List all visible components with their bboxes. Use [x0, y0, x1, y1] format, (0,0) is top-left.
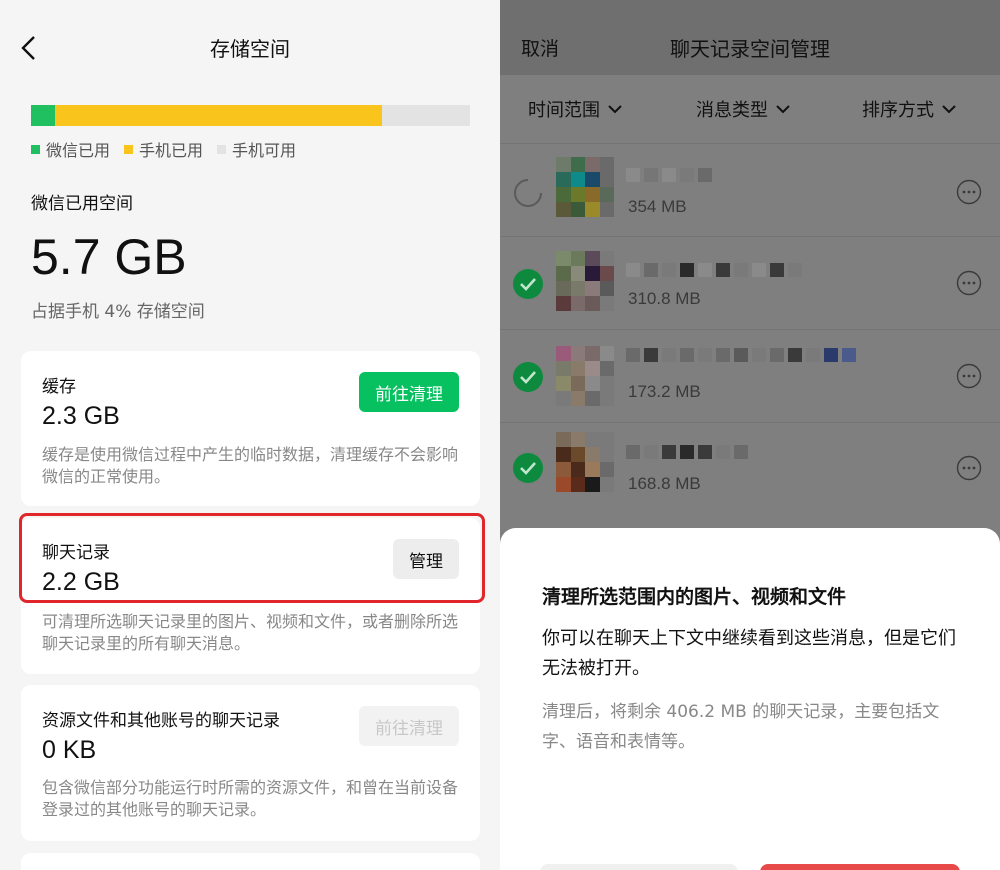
card-description: 包含微信部分功能运行时所需的资源文件，和曾在当前设备登录过的其他账号的聊天记录。 [42, 778, 459, 819]
nav-bar: 存储空间 [0, 0, 500, 95]
more-options-icon[interactable] [956, 455, 982, 481]
avatar [556, 251, 614, 311]
phone-used-segment [55, 105, 383, 126]
legend-item-phone-used: 手机已用 [124, 137, 203, 161]
chat-storage-management-screen: 取消 聊天记录空间管理 时间范围 消息类型 排序方式 354 MB 310.8 … [500, 0, 1000, 870]
filter-sort-order[interactable]: 排序方式 [862, 96, 956, 122]
filter-bar: 时间范围 消息类型 排序方式 [500, 82, 1000, 137]
card-description: 可清理所选聊天记录里的图片、视频和文件，或者删除所选聊天记录里的所有聊天消息。 [42, 612, 459, 653]
wechat-used-note: 占据手机 4% 存储空间 [31, 302, 205, 322]
card-description: 缓存是使用微信过程中产生的临时数据，清理缓存不会影响微信的正常使用。 [42, 445, 459, 486]
card-title: 缓存 [42, 377, 76, 397]
filter-label: 消息类型 [696, 100, 768, 121]
blurred-chat-name [626, 348, 856, 362]
page-title: 聊天记录空间管理 [670, 37, 830, 61]
wechat-used-label: 微信已用空间 [31, 194, 133, 214]
chat-row[interactable]: 168.8 MB [500, 422, 1000, 514]
sheet-title: 清理所选范围内的图片、视频和文件 [542, 586, 847, 608]
avatar [556, 432, 614, 492]
nav-bar: 取消 聊天记录空间管理 [500, 0, 1000, 75]
wechat-used-segment [31, 105, 56, 126]
cleanup-bottom-sheet: 清理所选范围内的图片、视频和文件 你可以在聊天上下文中继续看到这些消息，但是它们… [500, 528, 1000, 870]
chat-size: 354 MB [628, 197, 687, 216]
confirm-clean-button[interactable] [760, 864, 960, 870]
filter-label: 排序方式 [862, 100, 934, 121]
checked-circle-icon[interactable] [512, 268, 544, 300]
blurred-chat-name [626, 263, 802, 277]
chat-row[interactable]: 173.2 MB [500, 329, 1000, 421]
chat-size: 173.2 MB [628, 382, 701, 401]
wechat-used-value: 5.7 GB [31, 229, 187, 285]
filter-message-type[interactable]: 消息类型 [696, 96, 790, 122]
resource-files-card: 资源文件和其他账号的聊天记录 0 KB 包含微信部分功能运行时所需的资源文件，和… [21, 685, 480, 841]
secondary-button[interactable] [540, 864, 738, 870]
checked-circle-icon[interactable] [512, 452, 544, 484]
storage-usage-bar [31, 105, 470, 126]
next-card [21, 853, 480, 870]
legend-label: 手机可用 [232, 141, 297, 160]
clean-resources-button: 前往清理 [359, 706, 459, 746]
cache-card: 缓存 2.3 GB 缓存是使用微信过程中产生的临时数据，清理缓存不会影响微信的正… [21, 351, 480, 506]
highlight-frame [19, 513, 485, 603]
more-options-icon[interactable] [956, 179, 982, 205]
avatar [556, 157, 614, 217]
legend-label: 手机已用 [139, 141, 204, 160]
storage-screen: 存储空间 微信已用 手机已用 手机可用 微信已用空间 5.7 GB 占据手机 4… [0, 0, 500, 870]
usage-legend: 微信已用 手机已用 手机可用 [31, 137, 296, 161]
chat-size: 168.8 MB [628, 474, 701, 493]
sheet-description: 你可以在聊天上下文中继续看到这些消息，但是它们无法被打开。 [542, 628, 956, 679]
blurred-chat-name [626, 445, 748, 459]
filter-label: 时间范围 [528, 100, 600, 121]
legend-swatch [124, 144, 134, 154]
chevron-down-icon [942, 105, 956, 114]
card-title: 资源文件和其他账号的聊天记录 [42, 711, 280, 731]
checked-circle-icon[interactable] [512, 361, 544, 393]
more-options-icon[interactable] [956, 270, 982, 296]
legend-item-wechat-used: 微信已用 [31, 137, 110, 161]
chat-row[interactable]: 354 MB [500, 143, 1000, 235]
legend-label: 微信已用 [46, 141, 111, 160]
sheet-note: 清理后，将剩余 406.2 MB 的聊天记录，主要包括文字、语音和表情等。 [542, 702, 940, 752]
chevron-down-icon [776, 105, 790, 114]
chat-row[interactable]: 310.8 MB [500, 236, 1000, 328]
chevron-down-icon [608, 105, 622, 114]
filter-time-range[interactable]: 时间范围 [528, 96, 622, 122]
clean-cache-button[interactable]: 前往清理 [359, 372, 459, 412]
card-size: 2.3 GB [42, 402, 120, 430]
card-size: 0 KB [42, 736, 97, 764]
legend-swatch [217, 144, 227, 154]
chat-size: 310.8 MB [628, 289, 701, 308]
page-title: 存储空间 [210, 37, 290, 61]
blurred-chat-name [626, 168, 712, 182]
legend-swatch [31, 144, 40, 154]
avatar [556, 346, 614, 406]
legend-item-phone-free: 手机可用 [217, 137, 296, 161]
loading-spinner-icon [514, 179, 542, 207]
more-options-icon[interactable] [956, 363, 982, 389]
